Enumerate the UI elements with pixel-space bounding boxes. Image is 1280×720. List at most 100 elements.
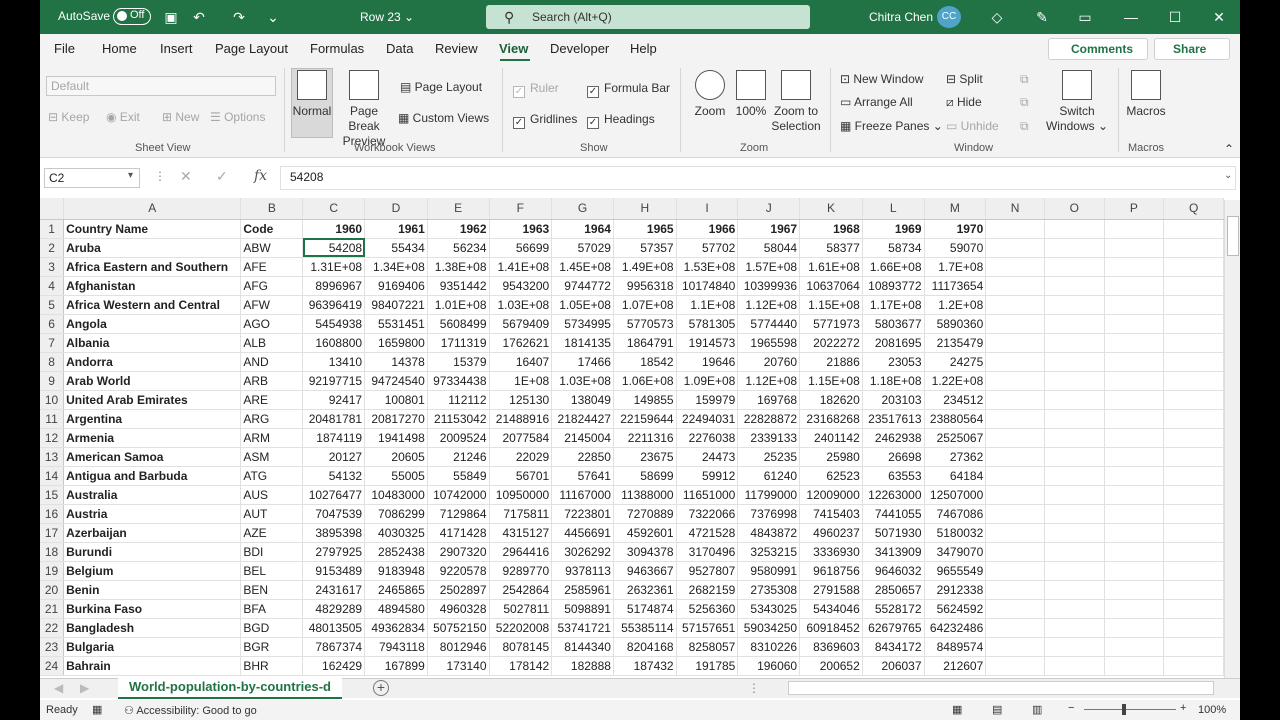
cell[interactable]: 56699 xyxy=(489,238,553,258)
cell[interactable]: 21153042 xyxy=(427,409,490,429)
cell[interactable]: 2077584 xyxy=(489,428,553,448)
cell[interactable]: 5434046 xyxy=(799,599,863,619)
row-header[interactable]: 16 xyxy=(40,504,65,524)
cell[interactable] xyxy=(1044,276,1105,296)
ribbon-display-icon[interactable]: ▭ xyxy=(1070,6,1100,28)
cell[interactable]: ALB xyxy=(240,333,304,353)
cell[interactable]: 5180032 xyxy=(924,523,987,543)
cell[interactable]: 1.05E+08 xyxy=(551,295,614,315)
cell[interactable]: 1.09E+08 xyxy=(676,371,739,391)
cell[interactable]: 1.12E+08 xyxy=(737,295,801,315)
cell[interactable] xyxy=(1104,504,1165,524)
cell[interactable]: 5343025 xyxy=(737,599,801,619)
accessibility-status[interactable]: ⚇ Accessibility: Good to go xyxy=(124,704,257,717)
expand-formula-bar-icon[interactable]: ⌄ xyxy=(1224,170,1232,181)
cell[interactable]: Austria xyxy=(63,504,242,524)
cell[interactable]: 11173654 xyxy=(924,276,987,296)
cell[interactable]: 1.7E+08 xyxy=(924,257,987,277)
cell[interactable]: 21246 xyxy=(427,447,490,467)
cell[interactable]: 1.07E+08 xyxy=(613,295,677,315)
cell[interactable] xyxy=(1163,333,1224,353)
cell[interactable] xyxy=(985,276,1045,296)
cell[interactable] xyxy=(1104,238,1165,258)
sheet-tab[interactable]: World-population-by-countries-d xyxy=(118,677,342,699)
horizontal-scrollbar[interactable] xyxy=(788,681,1214,695)
cell[interactable]: 92197715 xyxy=(302,371,366,391)
cell[interactable]: 9646032 xyxy=(862,561,925,581)
tab-view[interactable]: View xyxy=(499,41,528,56)
cell[interactable]: 159979 xyxy=(676,390,739,410)
tab-file[interactable]: File xyxy=(54,41,75,56)
name-box[interactable]: C2 xyxy=(44,168,140,188)
cell[interactable] xyxy=(1044,447,1105,467)
column-header[interactable]: M xyxy=(924,198,987,220)
cell[interactable]: 8996967 xyxy=(302,276,366,296)
cell[interactable]: 21824427 xyxy=(551,409,614,429)
cell[interactable] xyxy=(1044,504,1105,524)
cell[interactable]: 1762621 xyxy=(489,333,553,353)
cell[interactable]: 1E+08 xyxy=(489,371,553,391)
macro-recording-icon[interactable]: ▦ xyxy=(92,703,102,716)
cell[interactable]: 5771973 xyxy=(799,314,863,334)
column-header[interactable]: L xyxy=(862,198,925,220)
cell[interactable]: 2009524 xyxy=(427,428,490,448)
cell[interactable]: 1659800 xyxy=(364,333,428,353)
cell[interactable]: 4030325 xyxy=(364,523,428,543)
cell[interactable] xyxy=(1163,390,1224,410)
cell[interactable] xyxy=(1163,238,1224,258)
tab-split-handle[interactable]: ⋮ xyxy=(748,681,760,695)
cell[interactable] xyxy=(1044,485,1105,505)
tab-data[interactable]: Data xyxy=(386,41,413,56)
cell[interactable]: 58734 xyxy=(862,238,925,258)
cell[interactable]: 206037 xyxy=(862,656,925,676)
cell[interactable]: 8144340 xyxy=(551,637,614,657)
row-header[interactable]: 17 xyxy=(40,523,65,543)
cell[interactable]: United Arab Emirates xyxy=(63,390,242,410)
macros-button[interactable]: Macros xyxy=(1124,70,1168,119)
worksheet-table[interactable]: A B C D E F G H I J K L M N O P Q 1 Country Name Code 1960 19… xyxy=(40,198,1224,676)
cell[interactable]: 2682159 xyxy=(676,580,739,600)
cell[interactable]: 11388000 xyxy=(613,485,677,505)
cell[interactable]: AUT xyxy=(240,504,304,524)
page-layout-button[interactable]: ▤ Page Layout xyxy=(400,80,482,94)
cell[interactable]: Belgium xyxy=(63,561,242,581)
cell[interactable]: 11799000 xyxy=(737,485,801,505)
cell[interactable]: 5608499 xyxy=(427,314,490,334)
cell[interactable]: BGD xyxy=(240,618,304,638)
cell[interactable]: 7467086 xyxy=(924,504,987,524)
cell[interactable]: Country Name xyxy=(63,219,242,239)
cell[interactable]: 4894580 xyxy=(364,599,428,619)
cell[interactable] xyxy=(985,599,1045,619)
cell[interactable]: 58699 xyxy=(613,466,677,486)
cell[interactable] xyxy=(985,295,1045,315)
cell[interactable]: 125130 xyxy=(489,390,553,410)
cell[interactable]: AGO xyxy=(240,314,304,334)
cell[interactable] xyxy=(1044,333,1105,353)
cell[interactable]: 4960237 xyxy=(799,523,863,543)
cell[interactable]: 19646 xyxy=(676,352,739,372)
cell[interactable]: 59070 xyxy=(924,238,987,258)
cell[interactable]: 1970 xyxy=(924,219,987,239)
cell[interactable]: 1.31E+08 xyxy=(302,257,366,277)
row-header[interactable]: 12 xyxy=(40,428,65,448)
cell[interactable]: AFG xyxy=(240,276,304,296)
cell[interactable] xyxy=(1163,466,1224,486)
collapse-ribbon-icon[interactable]: ⌃ xyxy=(1224,142,1234,156)
cell[interactable]: 169768 xyxy=(737,390,801,410)
cell[interactable]: 9463667 xyxy=(613,561,677,581)
cell[interactable] xyxy=(985,637,1045,657)
cell[interactable]: 100801 xyxy=(364,390,428,410)
row-header[interactable]: 1 xyxy=(40,219,65,239)
cell[interactable]: 4171428 xyxy=(427,523,490,543)
cell[interactable]: 21488916 xyxy=(489,409,553,429)
cell[interactable]: 1608800 xyxy=(302,333,366,353)
cell[interactable]: ARB xyxy=(240,371,304,391)
normal-view-status-icon[interactable]: ▦ xyxy=(952,703,962,716)
cell[interactable]: 9527807 xyxy=(676,561,739,581)
cell[interactable]: 2525067 xyxy=(924,428,987,448)
avatar[interactable]: CC xyxy=(937,6,961,28)
cell[interactable] xyxy=(985,219,1045,239)
cell[interactable]: 112112 xyxy=(427,390,490,410)
cell[interactable]: 9956318 xyxy=(613,276,677,296)
cell[interactable]: 27362 xyxy=(924,447,987,467)
